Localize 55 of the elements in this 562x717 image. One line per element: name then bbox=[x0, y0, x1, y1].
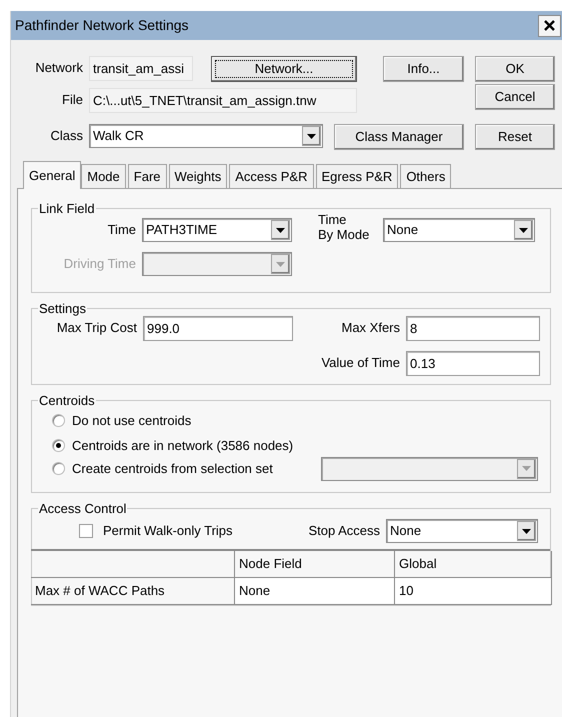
reset-button[interactable]: Reset bbox=[475, 124, 555, 150]
time-by-mode-dropdown[interactable]: None bbox=[383, 218, 535, 242]
tab[interactable]: General bbox=[23, 161, 82, 189]
field-label: Time By Mode bbox=[318, 212, 370, 242]
table-cell: 10 bbox=[395, 578, 552, 605]
network-field[interactable]: transit_am_assi bbox=[89, 56, 193, 81]
close-icon bbox=[544, 20, 555, 31]
group-title: Link Field bbox=[38, 201, 96, 216]
group-title: Settings bbox=[38, 301, 87, 316]
caret-icon bbox=[522, 528, 531, 534]
field-label: Max Xfers bbox=[340, 319, 401, 337]
tab[interactable]: Access P&R bbox=[229, 164, 314, 188]
file-field[interactable]: C:\...ut\5_TNET\transit_am_assign.tnw bbox=[89, 88, 357, 113]
tab[interactable]: Egress P&R bbox=[316, 164, 398, 188]
class-dropdown[interactable]: Walk CR bbox=[89, 124, 323, 148]
max-trip-cost-field[interactable]: 999.0 bbox=[143, 316, 293, 341]
checkbox-label: Permit Walk-only Trips bbox=[103, 522, 233, 540]
tab[interactable]: Others bbox=[400, 164, 452, 188]
cancel-button[interactable]: Cancel bbox=[475, 84, 555, 110]
close-button[interactable] bbox=[538, 14, 561, 36]
class-manager-button[interactable]: Class Manager bbox=[334, 124, 464, 150]
max-xfers-field[interactable]: 8 bbox=[406, 316, 540, 341]
radio-label: Do not use centroids bbox=[72, 412, 192, 430]
field-label: Driving Time bbox=[62, 255, 137, 273]
field-label: Network bbox=[34, 59, 84, 77]
value-of-time-field[interactable]: 0.13 bbox=[406, 351, 540, 376]
radio-button[interactable] bbox=[52, 414, 65, 427]
field-label: Value of Time bbox=[320, 354, 401, 372]
caret-icon bbox=[307, 134, 316, 138]
radio-label: Create centroids from selection set bbox=[72, 460, 273, 478]
radio-button[interactable] bbox=[52, 439, 65, 452]
table-cell: None bbox=[235, 578, 395, 605]
stop-access-dropdown[interactable]: None bbox=[386, 519, 538, 543]
caret-icon bbox=[276, 262, 285, 266]
caret-icon bbox=[519, 228, 528, 232]
tab[interactable]: Weights bbox=[168, 164, 228, 188]
tab[interactable]: Fare bbox=[128, 164, 167, 188]
tab[interactable]: Mode bbox=[81, 164, 126, 188]
caret-icon bbox=[522, 466, 531, 471]
field-label: Class bbox=[49, 127, 84, 145]
time-dropdown[interactable]: PATH3TIME bbox=[142, 218, 292, 242]
field-label: File bbox=[61, 91, 84, 109]
radio-label: Centroids are in network (3586 nodes) bbox=[72, 436, 294, 455]
window-title: Pathfinder Network Settings bbox=[15, 16, 189, 35]
field-label: Stop Access bbox=[307, 522, 381, 540]
group-title: Centroids bbox=[38, 393, 96, 408]
ok-button[interactable]: OK bbox=[475, 56, 555, 82]
network-button[interactable]: Network... bbox=[211, 56, 357, 82]
info-button[interactable]: Info... bbox=[383, 56, 464, 82]
field-label: Time bbox=[106, 221, 137, 239]
radio-button[interactable] bbox=[52, 462, 65, 475]
caret-icon bbox=[276, 228, 285, 232]
checkbox[interactable] bbox=[79, 524, 93, 538]
group-title: Access Control bbox=[38, 501, 128, 516]
field-label: Max Trip Cost bbox=[56, 319, 138, 337]
